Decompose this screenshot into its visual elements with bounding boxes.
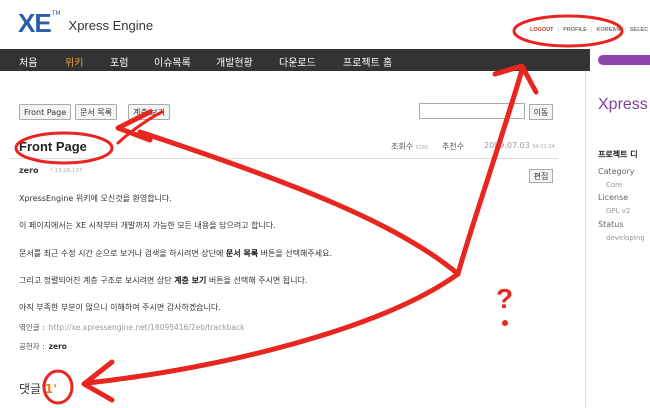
annotation-arrow-up bbox=[455, 67, 525, 277]
annotation-dot bbox=[502, 320, 508, 326]
annotation-arrow-long bbox=[137, 129, 461, 277]
annotation-arrowhead-long bbox=[115, 109, 153, 143]
annotation-arrow-down bbox=[85, 271, 461, 386]
annotation-circle-toplinks bbox=[512, 14, 624, 48]
annotation-circle-title bbox=[14, 131, 114, 165]
red-annotation-overlay: ? bbox=[14, 14, 624, 405]
annotation-question-mark: ? bbox=[496, 283, 513, 314]
annotation-circle-comment-count bbox=[42, 369, 74, 405]
